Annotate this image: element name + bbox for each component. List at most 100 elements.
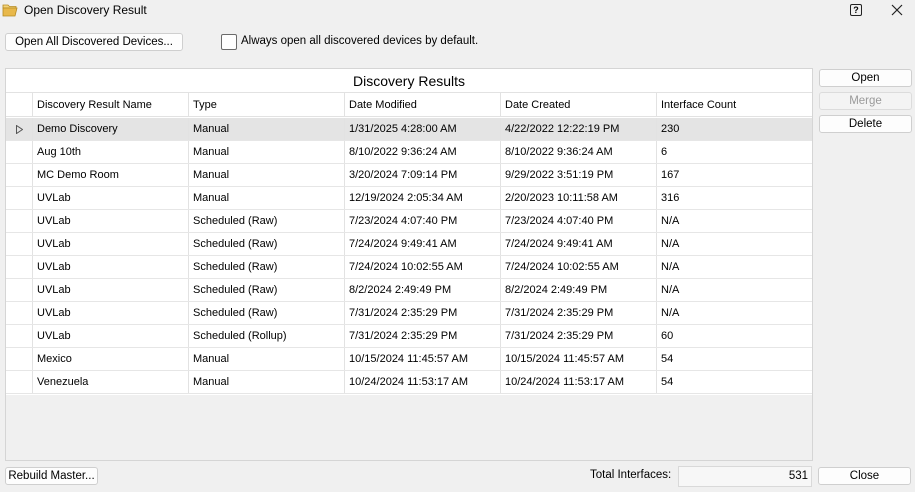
table-row[interactable]: UVLab Scheduled (Raw) 7/31/2024 2:35:29 PM… (6, 302, 812, 325)
table-row[interactable]: UVLab Scheduled (Raw) 7/23/2024 4:07:40 PM… (6, 210, 812, 233)
column-header-date-created[interactable]: Date Created (500, 93, 656, 116)
table-row[interactable]: UVLab Scheduled (Raw) 8/2/2024 2:49:49 PM 8… (6, 279, 812, 302)
close-button[interactable]: Close (818, 467, 911, 485)
row-header[interactable] (6, 325, 32, 347)
cell-date-created[interactable]: 9/29/2022 3:51:19 PM (500, 164, 656, 186)
cell-date-created[interactable]: 7/23/2024 4:07:40 PM (500, 210, 656, 232)
cell-date-modified[interactable]: 8/10/2022 9:36:24 AM (344, 141, 500, 163)
cell-type[interactable]: Scheduled (Raw) (188, 279, 344, 301)
column-header-date-modified[interactable]: Date Modified (344, 93, 500, 116)
cell-date-modified[interactable]: 10/24/2024 11:53:17 AM (344, 371, 500, 393)
row-header[interactable] (6, 302, 32, 324)
row-header[interactable] (6, 279, 32, 301)
cell-type[interactable]: Scheduled (Raw) (188, 233, 344, 255)
table-row[interactable]: Demo Discovery Manual 1/31/2025 4:28:00 AM… (6, 118, 812, 141)
table-row[interactable]: UVLab Scheduled (Raw) 7/24/2024 10:02:55 A… (6, 256, 812, 279)
cell-type[interactable]: Scheduled (Raw) (188, 210, 344, 232)
open-button[interactable]: Open (819, 69, 912, 87)
cell-interface-count[interactable]: N/A (656, 279, 812, 301)
cell-interface-count[interactable]: 6 (656, 141, 812, 163)
cell-date-modified[interactable]: 7/31/2024 2:35:29 PM (344, 302, 500, 324)
cell-name[interactable]: UVLab (32, 325, 188, 347)
cell-type[interactable]: Manual (188, 187, 344, 209)
cell-name[interactable]: UVLab (32, 210, 188, 232)
cell-name[interactable]: Aug 10th (32, 141, 188, 163)
table-row[interactable]: Mexico Manual 10/15/2024 11:45:57 AM 10/15/… (6, 348, 812, 371)
cell-interface-count[interactable]: 316 (656, 187, 812, 209)
row-header[interactable] (6, 233, 32, 255)
grid-header-row: Discovery Result Name Type Date Modified… (6, 93, 812, 117)
cell-date-created[interactable]: 7/24/2024 9:49:41 AM (500, 233, 656, 255)
cell-date-created[interactable]: 7/31/2024 2:35:29 PM (500, 302, 656, 324)
cell-interface-count[interactable]: N/A (656, 210, 812, 232)
cell-date-created[interactable]: 2/20/2023 10:11:58 AM (500, 187, 656, 209)
column-header-type[interactable]: Type (188, 93, 344, 116)
cell-date-modified[interactable]: 3/20/2024 7:09:14 PM (344, 164, 500, 186)
cell-date-modified[interactable]: 7/31/2024 2:35:29 PM (344, 325, 500, 347)
cell-date-modified[interactable]: 10/15/2024 11:45:57 AM (344, 348, 500, 370)
merge-button[interactable]: Merge (819, 92, 912, 110)
table-row[interactable]: Venezuela Manual 10/24/2024 11:53:17 AM 10/… (6, 371, 812, 394)
row-header[interactable] (6, 164, 32, 186)
cell-name[interactable]: Demo Discovery (32, 118, 188, 140)
close-icon[interactable] (890, 3, 904, 17)
cell-type[interactable]: Manual (188, 348, 344, 370)
open-all-discovered-devices-button[interactable]: Open All Discovered Devices... (5, 33, 183, 51)
delete-button[interactable]: Delete (819, 115, 912, 133)
cell-name[interactable]: Mexico (32, 348, 188, 370)
cell-interface-count[interactable]: 167 (656, 164, 812, 186)
cell-name[interactable]: MC Demo Room (32, 164, 188, 186)
cell-date-modified[interactable]: 8/2/2024 2:49:49 PM (344, 279, 500, 301)
column-header-name[interactable]: Discovery Result Name (32, 93, 188, 116)
cell-name[interactable]: UVLab (32, 279, 188, 301)
table-row[interactable]: UVLab Manual 12/19/2024 2:05:34 AM 2/20/202… (6, 187, 812, 210)
cell-type[interactable]: Scheduled (Rollup) (188, 325, 344, 347)
cell-date-modified[interactable]: 7/24/2024 10:02:55 AM (344, 256, 500, 278)
help-icon[interactable]: ? (850, 4, 862, 16)
cell-date-modified[interactable]: 1/31/2025 4:28:00 AM (344, 118, 500, 140)
cell-name[interactable]: Venezuela (32, 371, 188, 393)
cell-name[interactable]: UVLab (32, 233, 188, 255)
row-header[interactable] (6, 371, 32, 393)
row-header[interactable] (6, 256, 32, 278)
cell-interface-count[interactable]: N/A (656, 256, 812, 278)
cell-type[interactable]: Manual (188, 164, 344, 186)
table-row[interactable]: UVLab Scheduled (Rollup) 7/31/2024 2:35:29… (6, 325, 812, 348)
table-row[interactable]: Aug 10th Manual 8/10/2022 9:36:24 AM 8/10/2… (6, 141, 812, 164)
cell-interface-count[interactable]: N/A (656, 233, 812, 255)
row-header[interactable] (6, 187, 32, 209)
discovery-results-grid[interactable]: Discovery Result Name Type Date Modified… (6, 93, 812, 395)
cell-interface-count[interactable]: N/A (656, 302, 812, 324)
cell-date-created[interactable]: 8/2/2024 2:49:49 PM (500, 279, 656, 301)
cell-type[interactable]: Scheduled (Raw) (188, 302, 344, 324)
cell-date-created[interactable]: 10/15/2024 11:45:57 AM (500, 348, 656, 370)
cell-date-created[interactable]: 8/10/2022 9:36:24 AM (500, 141, 656, 163)
cell-type[interactable]: Manual (188, 118, 344, 140)
cell-interface-count[interactable]: 230 (656, 118, 812, 140)
row-header[interactable] (6, 118, 32, 140)
cell-interface-count[interactable]: 54 (656, 348, 812, 370)
cell-name[interactable]: UVLab (32, 187, 188, 209)
row-header[interactable] (6, 141, 32, 163)
row-header[interactable] (6, 210, 32, 232)
cell-date-created[interactable]: 4/22/2022 12:22:19 PM (500, 118, 656, 140)
cell-date-modified[interactable]: 7/23/2024 4:07:40 PM (344, 210, 500, 232)
table-row[interactable]: MC Demo Room Manual 3/20/2024 7:09:14 PM 9/… (6, 164, 812, 187)
row-header[interactable] (6, 348, 32, 370)
cell-type[interactable]: Manual (188, 371, 344, 393)
rebuild-master-button[interactable]: Rebuild Master... (5, 467, 98, 485)
cell-name[interactable]: UVLab (32, 302, 188, 324)
cell-interface-count[interactable]: 54 (656, 371, 812, 393)
always-open-checkbox[interactable] (221, 34, 237, 50)
cell-date-modified[interactable]: 12/19/2024 2:05:34 AM (344, 187, 500, 209)
cell-date-created[interactable]: 7/31/2024 2:35:29 PM (500, 325, 656, 347)
table-row[interactable]: UVLab Scheduled (Raw) 7/24/2024 9:49:41 AM… (6, 233, 812, 256)
cell-interface-count[interactable]: 60 (656, 325, 812, 347)
column-header-interface-count[interactable]: Interface Count (656, 93, 812, 116)
cell-date-created[interactable]: 7/24/2024 10:02:55 AM (500, 256, 656, 278)
cell-type[interactable]: Scheduled (Raw) (188, 256, 344, 278)
cell-date-created[interactable]: 10/24/2024 11:53:17 AM (500, 371, 656, 393)
cell-date-modified[interactable]: 7/24/2024 9:49:41 AM (344, 233, 500, 255)
cell-name[interactable]: UVLab (32, 256, 188, 278)
cell-type[interactable]: Manual (188, 141, 344, 163)
